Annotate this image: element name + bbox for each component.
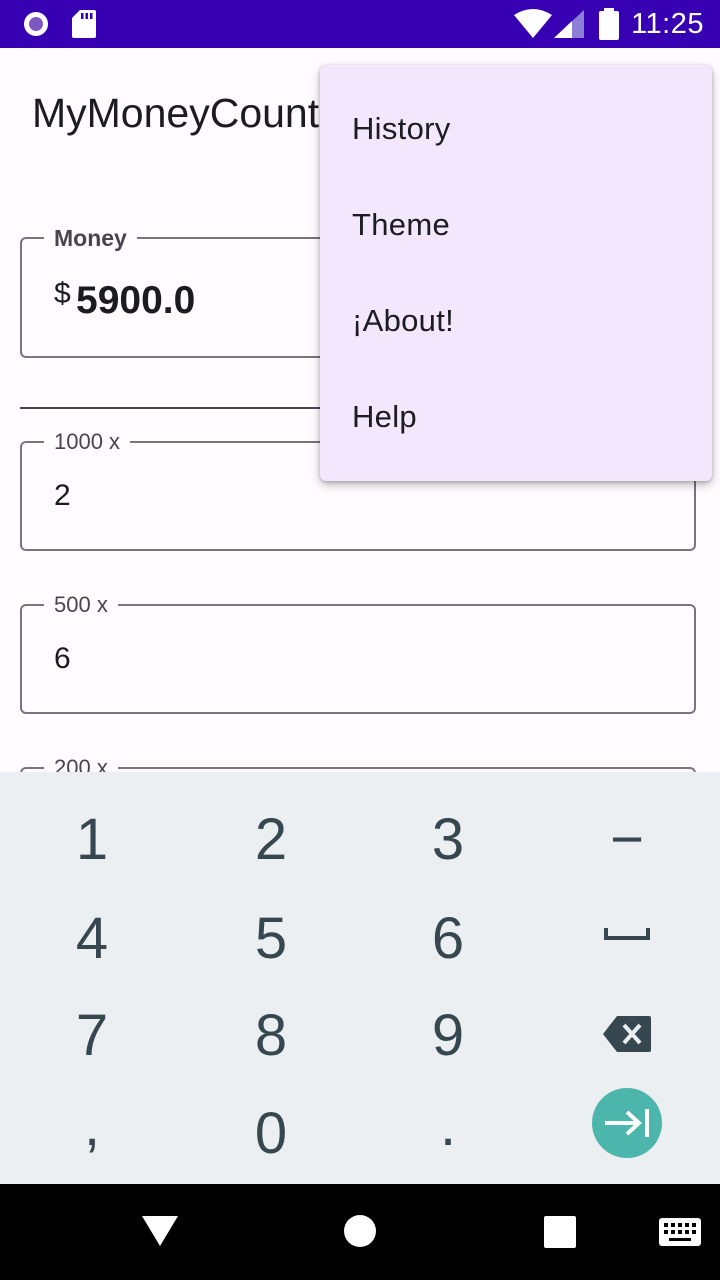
signal-icon — [554, 10, 584, 38]
menu-item-history[interactable]: History — [352, 111, 451, 147]
navigation-bar — [0, 1184, 720, 1280]
status-bar: 11:25 — [0, 0, 720, 48]
space-key-icon[interactable] — [604, 926, 650, 940]
key-minus[interactable]: − — [537, 806, 717, 873]
key-0[interactable]: 0 — [181, 1100, 361, 1167]
key-comma[interactable]: , — [2, 1092, 182, 1159]
key-9[interactable]: 9 — [358, 1002, 538, 1069]
battery-icon — [599, 8, 619, 40]
key-6[interactable]: 6 — [358, 905, 538, 972]
next-field-button[interactable] — [592, 1088, 662, 1158]
denomination-field-500[interactable]: 500 x 6 — [20, 592, 696, 714]
menu-item-theme[interactable]: Theme — [352, 207, 450, 243]
wifi-icon — [514, 9, 552, 39]
menu-item-about[interactable]: ¡About! — [352, 303, 454, 339]
denomination-label: 500 x — [44, 592, 118, 618]
overflow-menu: History Theme ¡About! Help — [320, 65, 712, 481]
denomination-count: 6 — [54, 642, 71, 675]
key-period[interactable]: . — [358, 1092, 538, 1159]
key-2[interactable]: 2 — [181, 806, 361, 873]
backspace-icon[interactable] — [603, 1016, 651, 1052]
app-title: MyMoneyCounter — [32, 90, 356, 136]
circle-app-icon — [24, 12, 48, 36]
numeric-keyboard: 1 2 3 − 4 5 6 7 8 9 , 0 . — [0, 772, 720, 1184]
denomination-count: 2 — [54, 479, 71, 512]
currency-prefix: $ — [54, 277, 71, 310]
key-5[interactable]: 5 — [181, 905, 361, 972]
status-time: 11:25 — [631, 8, 704, 40]
denomination-label: 1000 x — [44, 429, 131, 455]
tab-next-icon — [605, 1109, 649, 1137]
key-7[interactable]: 7 — [2, 1002, 182, 1069]
menu-item-help[interactable]: Help — [352, 399, 417, 435]
home-icon[interactable] — [343, 1214, 377, 1248]
money-field-label: Money — [44, 225, 137, 251]
key-4[interactable]: 4 — [2, 905, 182, 972]
key-1[interactable]: 1 — [2, 806, 182, 873]
keyboard-switch-icon[interactable] — [659, 1218, 701, 1246]
key-3[interactable]: 3 — [358, 806, 538, 873]
money-total: 5900.0 — [76, 279, 196, 322]
back-icon[interactable] — [142, 1214, 178, 1248]
recents-icon[interactable] — [544, 1216, 576, 1248]
sd-card-icon — [72, 10, 96, 38]
key-8[interactable]: 8 — [181, 1002, 361, 1069]
